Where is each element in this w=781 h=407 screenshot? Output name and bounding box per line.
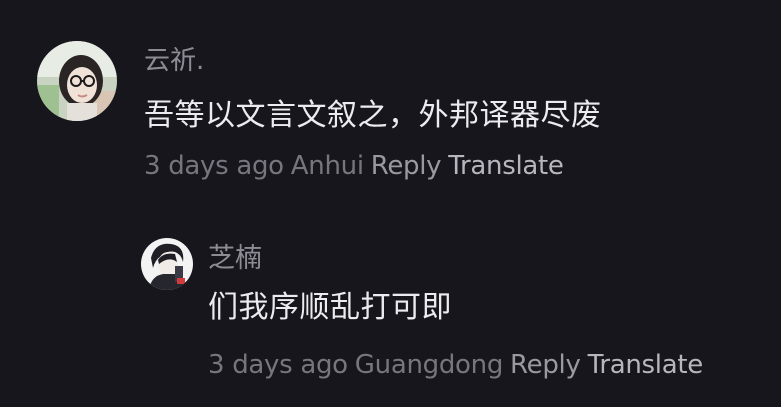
avatar[interactable]	[37, 41, 117, 121]
comment-body: 云祈. 吾等以文言文叙之，外邦译器尽废 3 days ago Anhui Reply…	[144, 41, 602, 183]
avatar[interactable]	[141, 238, 193, 290]
translate-button[interactable]: Translate	[588, 350, 704, 380]
comment-body: 芝楠 们我序顺乱打可即 3 days ago Guangdong Reply Tran…	[208, 238, 710, 382]
location: Guangdong	[354, 350, 504, 380]
translate-button[interactable]: Translate	[448, 151, 564, 181]
comment-text: 吾等以文言文叙之，外邦译器尽废	[144, 98, 602, 133]
comment-meta: 3 days ago Anhui Reply Translate	[144, 149, 602, 183]
reply-button[interactable]: Reply	[510, 350, 581, 380]
comment-text: 们我序顺乱打可即	[208, 290, 452, 325]
timestamp: 3 days ago	[208, 350, 348, 380]
username[interactable]: 云祈.	[144, 41, 602, 81]
timestamp: 3 days ago	[144, 151, 284, 181]
comment-meta: 3 days ago Guangdong Reply Translate	[208, 348, 710, 382]
location: Anhui	[290, 151, 364, 181]
reply-button[interactable]: Reply	[371, 151, 442, 181]
username[interactable]: 芝楠	[208, 238, 710, 280]
